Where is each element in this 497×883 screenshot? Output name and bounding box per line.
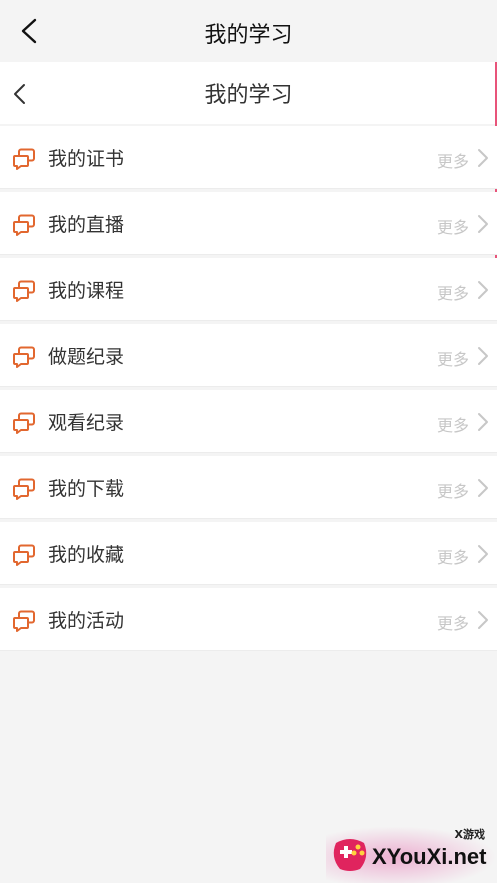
chevron-right-icon — [478, 347, 488, 365]
secondary-header: 我的学习 — [0, 62, 497, 124]
list-item-label: 我的活动 — [48, 610, 125, 632]
site-watermark: X游戏 XYouXi.net — [326, 826, 497, 883]
chat-bubbles-icon — [13, 412, 35, 434]
list-item[interactable]: 我的下载 更多 — [0, 456, 497, 519]
list-item[interactable]: 我的课程 更多 — [0, 258, 497, 321]
watermark-small-text: X游戏 — [454, 828, 485, 841]
chat-bubbles-icon — [13, 148, 35, 170]
chat-bubbles-icon — [13, 214, 35, 236]
list-item-label: 我的收藏 — [48, 544, 125, 566]
list-item-label: 我的证书 — [48, 148, 125, 170]
chevron-right-icon — [478, 215, 488, 233]
top-navigation-bar: 我的学习 — [0, 0, 497, 62]
list-item[interactable]: 做题纪录 更多 — [0, 324, 497, 387]
chevron-right-icon — [478, 413, 488, 431]
list-item[interactable]: 我的证书 更多 — [0, 126, 497, 189]
chat-bubbles-icon — [13, 346, 35, 368]
chevron-right-icon — [478, 149, 488, 167]
list-item-label: 我的下载 — [48, 478, 125, 500]
gamepad-logo-icon — [333, 839, 367, 871]
list-item-label: 观看纪录 — [48, 412, 125, 434]
list-item-label: 我的直播 — [48, 214, 125, 236]
more-link[interactable]: 更多 — [437, 412, 469, 436]
more-link[interactable]: 更多 — [437, 148, 469, 172]
list-item[interactable]: 我的收藏 更多 — [0, 522, 497, 585]
list-item[interactable]: 我的活动 更多 — [0, 588, 497, 651]
list-item[interactable]: 观看纪录 更多 — [0, 390, 497, 453]
list-item-label: 做题纪录 — [48, 346, 125, 368]
chat-bubbles-icon — [13, 544, 35, 566]
chat-bubbles-icon — [13, 478, 35, 500]
section-title: 我的学习 — [204, 83, 293, 108]
page-title: 我的学习 — [204, 23, 293, 48]
chevron-right-icon — [478, 479, 488, 497]
chevron-right-icon — [478, 281, 488, 299]
chevron-right-icon — [478, 611, 488, 629]
more-link[interactable]: 更多 — [437, 544, 469, 568]
watermark-text: XYouXi.net — [372, 844, 487, 869]
more-link[interactable]: 更多 — [437, 280, 469, 304]
list-item-label: 我的课程 — [48, 280, 125, 302]
chat-bubbles-icon — [13, 280, 35, 302]
more-link[interactable]: 更多 — [437, 346, 469, 370]
learning-menu-list: 我的证书 更多 我的直播 更多 我的课程 更多 做题纪录 更多 观看纪录 更多 … — [0, 126, 497, 654]
more-link[interactable]: 更多 — [437, 478, 469, 502]
more-link[interactable]: 更多 — [437, 610, 469, 634]
list-item[interactable]: 我的直播 更多 — [0, 192, 497, 255]
more-link[interactable]: 更多 — [437, 214, 469, 238]
chat-bubbles-icon — [13, 610, 35, 632]
chevron-right-icon — [478, 545, 488, 563]
